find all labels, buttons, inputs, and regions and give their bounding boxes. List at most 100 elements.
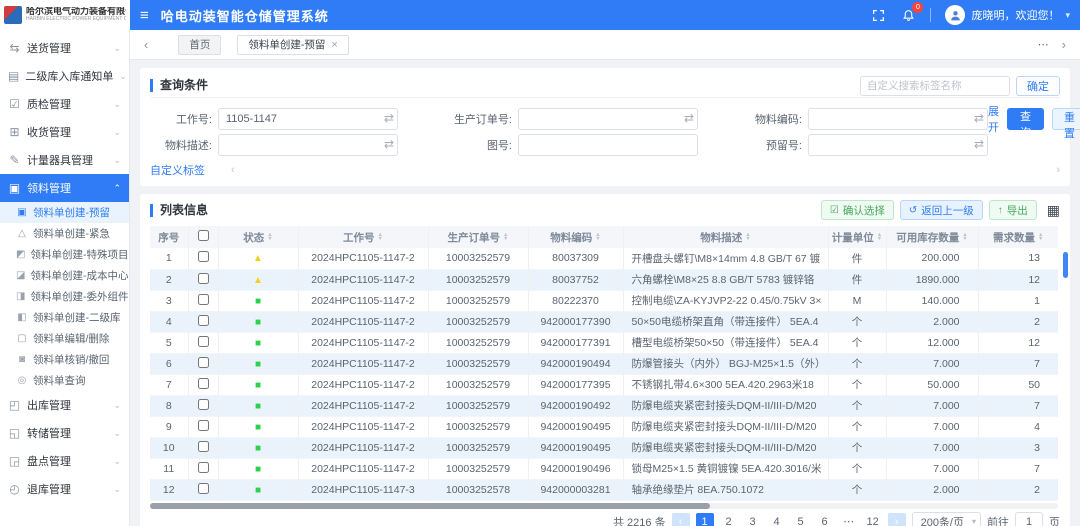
col-desc[interactable]: 物料描述▲▼: [623, 226, 828, 248]
col-order-no[interactable]: 生产订单号▲▼: [428, 226, 528, 248]
sidebar-item-picking-urgent[interactable]: △ 领料单创建-紧急: [0, 223, 129, 244]
search-button[interactable]: 查询: [1007, 108, 1044, 130]
page-number[interactable]: 4: [768, 513, 786, 526]
sidebar-item-measuring[interactable]: ✎ 计量器具管理 ⌄: [0, 146, 129, 174]
sidebar-item-receiving[interactable]: ⊞ 收货管理 ⌄: [0, 118, 129, 146]
tabs-more-icon[interactable]: ⋯: [1038, 38, 1050, 51]
scrollbar-thumb[interactable]: [150, 503, 710, 509]
sidebar-item-delivery[interactable]: ⇆ 送货管理 ⌄: [0, 34, 129, 62]
chevron-right-icon[interactable]: ›: [1056, 164, 1060, 176]
tab-picking-reserve[interactable]: 领料单创建-预留 ×: [237, 35, 348, 55]
jump-page-input[interactable]: [1015, 512, 1043, 526]
row-checkbox[interactable]: [198, 315, 209, 326]
tabs-forward-icon[interactable]: ›: [1058, 37, 1070, 52]
material-code-input[interactable]: [808, 108, 988, 130]
sidebar-item-quality[interactable]: ☑ 质检管理 ⌄: [0, 90, 129, 118]
export-button[interactable]: ↑ 导出: [989, 200, 1037, 220]
row-checkbox[interactable]: [198, 462, 209, 473]
confirm-select-button[interactable]: ☑ 确认选择: [821, 200, 894, 220]
sidebar-item-picking[interactable]: ▣ 领料管理 ⌃: [0, 174, 129, 202]
reserve-no-input[interactable]: [808, 134, 988, 156]
custom-tag-link[interactable]: 自定义标签: [150, 162, 205, 178]
col-stock[interactable]: 可用库存数量▲▼: [886, 226, 978, 248]
tabs-back-icon[interactable]: ‹: [140, 37, 152, 52]
row-checkbox[interactable]: [198, 441, 209, 452]
sidebar-item-picking-reserve[interactable]: ▣ 领料单创建-预留: [0, 202, 129, 223]
sidebar-item-return[interactable]: ◴ 退库管理 ⌄: [0, 475, 129, 503]
col-code[interactable]: 物料编码▲▼: [528, 226, 623, 248]
table-row[interactable]: 3 2024HPC1105-1147-2 10003252579 8022237…: [150, 290, 1058, 311]
multi-value-icon[interactable]: ⇄: [384, 111, 394, 125]
col-demand[interactable]: 需求数量▲▼: [978, 226, 1058, 248]
page-size-select[interactable]: 200条/页: [912, 512, 981, 526]
fullscreen-icon[interactable]: [870, 7, 886, 23]
chevron-left-icon[interactable]: ‹: [231, 164, 235, 176]
sidebar-item-stocktake[interactable]: ◲ 盘点管理 ⌄: [0, 447, 129, 475]
confirm-button[interactable]: 确定: [1016, 76, 1060, 96]
select-all-checkbox[interactable]: [198, 230, 209, 241]
page-number[interactable]: 12: [864, 513, 882, 526]
page-number[interactable]: 6: [816, 513, 834, 526]
scrollbar-thumb[interactable]: [1063, 252, 1068, 278]
sidebar-item-secondary-inbound[interactable]: ▤ 二级库入库通知单 ⌄: [0, 62, 129, 90]
col-status[interactable]: 状态▲▼: [218, 226, 298, 248]
table-row[interactable]: 2 2024HPC1105-1147-2 10003252579 8003775…: [150, 269, 1058, 290]
multi-value-icon[interactable]: ⇄: [384, 137, 394, 151]
table-row[interactable]: 11 2024HPC1105-1147-2 10003252579 942000…: [150, 458, 1058, 479]
page-number[interactable]: 3: [744, 513, 762, 526]
sidebar-item-outbound[interactable]: ◰ 出库管理 ⌄: [0, 391, 129, 419]
sidebar-item-picking-cost-center[interactable]: ◪ 领料单创建-成本中心: [0, 265, 129, 286]
row-checkbox[interactable]: [198, 273, 209, 284]
next-page-button[interactable]: ›: [888, 513, 906, 526]
page-number[interactable]: 2: [720, 513, 738, 526]
table-row[interactable]: 7 2024HPC1105-1147-2 10003252579 9420001…: [150, 374, 1058, 395]
expand-link[interactable]: 展开: [988, 103, 999, 135]
table-row[interactable]: 8 2024HPC1105-1147-2 10003252579 9420001…: [150, 395, 1058, 416]
vertical-scrollbar[interactable]: [1063, 252, 1068, 504]
page-number[interactable]: 5: [792, 513, 810, 526]
sidebar-item-picking-edit-delete[interactable]: ▢ 领料单编辑/删除: [0, 328, 129, 349]
work-no-input[interactable]: [218, 108, 398, 130]
row-checkbox[interactable]: [198, 357, 209, 368]
col-unit[interactable]: 计量单位▲▼: [828, 226, 886, 248]
sidebar-item-picking-secondary[interactable]: ◧ 领料单创建-二级库: [0, 307, 129, 328]
notification-bell-icon[interactable]: 0: [900, 7, 916, 23]
table-row[interactable]: 10 2024HPC1105-1147-2 10003252579 942000…: [150, 437, 1058, 458]
back-previous-button[interactable]: ↺ 返回上一级: [900, 200, 983, 220]
custom-tag-name-input[interactable]: [860, 76, 1010, 96]
pages-ellipsis[interactable]: ⋯: [840, 513, 858, 526]
sidebar-item-transfer[interactable]: ◱ 转储管理 ⌄: [0, 419, 129, 447]
reset-button[interactable]: 重置: [1052, 108, 1080, 130]
row-checkbox[interactable]: [198, 420, 209, 431]
table-row[interactable]: 5 2024HPC1105-1147-2 10003252579 9420001…: [150, 332, 1058, 353]
table-row[interactable]: 9 2024HPC1105-1147-2 10003252579 9420001…: [150, 416, 1058, 437]
row-checkbox[interactable]: [198, 336, 209, 347]
multi-value-icon[interactable]: ⇄: [684, 111, 694, 125]
sidebar-item-picking-special[interactable]: ◩ 领料单创建-特殊项目: [0, 244, 129, 265]
col-work-no[interactable]: 工作号▲▼: [298, 226, 428, 248]
table-row[interactable]: 1 2024HPC1105-1147-2 10003252579 8003730…: [150, 248, 1058, 269]
material-desc-input[interactable]: [218, 134, 398, 156]
table-row[interactable]: 4 2024HPC1105-1147-2 10003252579 9420001…: [150, 311, 1058, 332]
sidebar-item-picking-query[interactable]: ◎ 领料单查询: [0, 370, 129, 391]
page-number[interactable]: 1: [696, 513, 714, 526]
sidebar-item-picking-outsourced[interactable]: ◨ 领料单创建-委外组件: [0, 286, 129, 307]
multi-value-icon[interactable]: ⇄: [974, 137, 984, 151]
row-checkbox[interactable]: [198, 483, 209, 494]
sidebar-item-picking-writeoff[interactable]: ◙ 领料单核销/撤回: [0, 349, 129, 370]
column-settings-icon[interactable]: ▦: [1047, 202, 1060, 219]
row-checkbox[interactable]: [198, 399, 209, 410]
close-icon[interactable]: ×: [331, 36, 337, 54]
row-checkbox[interactable]: [198, 294, 209, 305]
table-row[interactable]: 6 2024HPC1105-1147-2 10003252579 9420001…: [150, 353, 1058, 374]
user-menu[interactable]: 庞晓明，欢迎您！ ▾: [945, 5, 1070, 25]
row-checkbox[interactable]: [198, 378, 209, 389]
multi-value-icon[interactable]: ⇄: [974, 111, 984, 125]
tab-home[interactable]: 首页: [178, 35, 221, 55]
horizontal-scrollbar[interactable]: [150, 503, 1058, 509]
row-checkbox[interactable]: [198, 251, 209, 262]
table-row[interactable]: 12 2024HPC1105-1147-3 10003252578 942000…: [150, 479, 1058, 500]
prod-order-input[interactable]: [518, 108, 698, 130]
drawing-no-input[interactable]: [518, 134, 698, 156]
prev-page-button[interactable]: ‹: [672, 513, 690, 526]
